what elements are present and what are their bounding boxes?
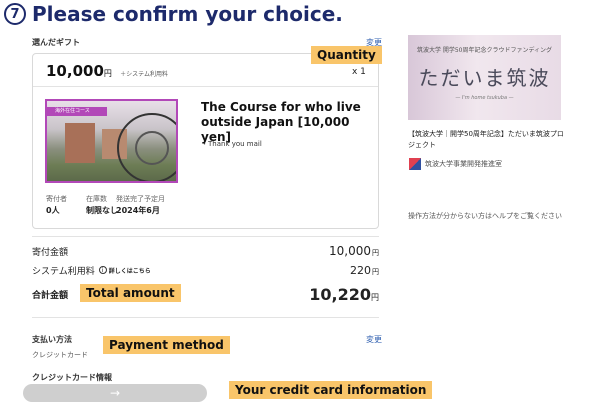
donation-amount: 10,000円 [329, 244, 379, 258]
step-number-badge: 7 [4, 3, 26, 25]
system-fee-note: ＋システム利用料 [120, 71, 168, 78]
stat-stock-value: 制限なし [86, 206, 118, 215]
credit-card-annotation: Your credit card information [229, 381, 433, 399]
quantity-annotation: Quantity [311, 46, 382, 64]
credit-card-input-button[interactable]: → [23, 384, 207, 402]
selected-gift-label: 選んだギフト [32, 38, 80, 47]
stat-donors-label: 寄付者 [46, 195, 67, 203]
donation-label: 寄付金額 [32, 247, 69, 258]
project-image-title: ただいま筑波 [418, 66, 551, 90]
donation-row: 寄付金額 10,000円 [32, 243, 379, 259]
project-org: 筑波大学事業開発推進室 [409, 158, 502, 170]
payment-method-label: 支払い方法 [32, 335, 72, 344]
project-image-subtitle: 筑波大学 開学50周年記念クラウドファンディング [416, 47, 553, 54]
page-title-text: Please confirm your choice. [32, 2, 343, 26]
gift-price: 10,000円 ＋システム利用料 [46, 62, 168, 80]
summary-divider-bottom [32, 317, 379, 318]
gift-image-ribbon: 海外在住コース [47, 107, 107, 116]
gift-quantity: x 1 [352, 67, 366, 77]
info-icon[interactable]: i [98, 266, 107, 274]
project-image[interactable]: 筑波大学 開学50周年記念クラウドファンディング ただいま筑波 — I'm ho… [408, 35, 561, 120]
university-logo-icon [409, 158, 421, 170]
help-text: 操作方法が分からない方はヘルプをご覧ください [408, 212, 562, 220]
fee-label: システム利用料 [32, 266, 95, 277]
stat-ship-value: 2024年6月 [116, 206, 160, 215]
gift-image: 海外在住コース [45, 99, 178, 183]
gift-bullet: ・Thank you mail [201, 140, 262, 148]
fee-row: システム利用料 i 詳しくはこちら 220円 [32, 262, 379, 278]
stat-ship-label: 発送完了予定月 [116, 195, 165, 203]
change-payment-link[interactable]: 変更 [366, 334, 382, 345]
project-org-name: 筑波大学事業開発推進室 [425, 160, 502, 168]
credit-card-info-label: クレジットカード情報 [32, 373, 112, 382]
arrow-right-icon: → [109, 386, 121, 400]
project-image-english: — I'm home tsukuba — [455, 95, 514, 101]
summary-divider-top [32, 236, 379, 237]
stat-stock-label: 在庫数 [86, 195, 107, 203]
gift-price-value: 10,000 [46, 62, 104, 80]
payment-method-annotation: Payment method [103, 336, 230, 354]
fee-amount: 220円 [350, 263, 379, 277]
gift-card-divider [33, 86, 378, 87]
stat-donors-value: 0人 [46, 206, 60, 215]
payment-method-value: クレジットカード [32, 351, 88, 359]
total-label: 合計金額 [32, 290, 69, 301]
gift-price-yen: 円 [103, 69, 112, 78]
project-title[interactable]: 【筑波大学｜開学50周年記念】ただいま筑波プロジェクト [408, 129, 568, 151]
total-amount: 10,220円 [309, 284, 379, 304]
total-amount-annotation: Total amount [80, 284, 181, 302]
fee-details-link[interactable]: 詳しくはこちら [109, 266, 151, 275]
fee-label-group: システム利用料 i 詳しくはこちら [32, 264, 151, 277]
page-title: 7 Please confirm your choice. [4, 2, 343, 26]
